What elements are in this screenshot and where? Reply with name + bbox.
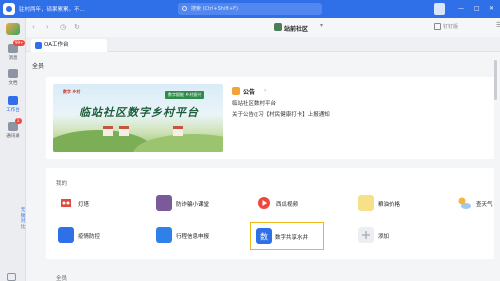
top-notice-text[interactable]: 驻村两年，硕果累累。不...	[19, 5, 85, 13]
anti-fraud-icon	[156, 195, 172, 211]
tab-label: OA工作台	[44, 42, 69, 48]
refresh-button[interactable]: ↻	[74, 22, 80, 32]
announcement-icon	[232, 87, 240, 95]
water-well-icon: 数	[256, 228, 272, 244]
banner-card: 数字 乡村 数字赋能 乡村振兴 临站社区数字乡村平台 公告 › 临站社区数村平台…	[46, 77, 494, 159]
search-placeholder: 搜索 (Ctrl+Shift+F)	[191, 6, 239, 12]
sidebar-item-contacts[interactable]: 2 通讯录	[0, 118, 26, 139]
section-title: 全员	[32, 63, 45, 70]
announcement-item[interactable]: 临站社区数村平台	[232, 99, 482, 107]
app-xigua-video[interactable]: 西瓜视频	[256, 195, 336, 213]
nav-bar: ‹ › ◷ ↻ 站前社区 ▾ 钉钉版 ☰	[26, 18, 500, 37]
apps-card: 我的 灯塔 防诈骗小课堂 西瓜视频 粮油价格 查天气 疫情防控 行程信息申报 数…	[46, 168, 494, 259]
search-input[interactable]: 搜索 (Ctrl+Shift+F)	[178, 3, 322, 15]
app-logo	[3, 3, 15, 15]
app-weather[interactable]: 查天气	[456, 195, 494, 213]
app-grain-price[interactable]: 粮油价格	[358, 195, 438, 213]
video-icon	[256, 195, 272, 211]
sidebar-item-workbench[interactable]: 工作台	[0, 96, 26, 113]
close-button[interactable]: ✕	[489, 5, 494, 13]
workbench-icon	[8, 96, 18, 105]
app-epidemic-control[interactable]: 疫情防控	[58, 227, 138, 245]
grain-price-icon	[358, 195, 374, 211]
banner-brand: 数字 乡村	[63, 89, 81, 94]
app-name: 疫情防控	[78, 234, 101, 240]
history-button[interactable]: ◷	[60, 22, 66, 32]
app-name: 粮油价格	[378, 202, 401, 208]
weather-icon	[456, 195, 472, 211]
app-add[interactable]: 添加	[358, 227, 418, 245]
app-name: 西瓜视频	[276, 202, 299, 208]
app-name: 灯塔	[78, 202, 90, 208]
app-name: 数字共享水井	[275, 235, 309, 241]
travel-report-icon	[156, 227, 172, 243]
document-icon	[8, 69, 18, 78]
sidebar-item-label: 工作台	[6, 108, 20, 113]
org-switcher[interactable]: 站前社区	[284, 24, 308, 33]
announcement-panel[interactable]: 公告 › 临站社区数村平台 关于公告([习【村民健康打卡】上报通知	[232, 87, 482, 118]
menu-icon[interactable]: ☰	[496, 21, 500, 29]
banner-title: 临站社区数字乡村平台	[79, 106, 199, 119]
dingtalk-version-label: 钉钉版	[443, 24, 459, 30]
app-name: 行程信息申报	[176, 234, 210, 240]
contacts-badge: 2	[15, 118, 22, 124]
back-button[interactable]: ‹	[32, 22, 35, 32]
tab-oa-workbench[interactable]: OA工作台	[31, 39, 107, 52]
sidebar-item-messages[interactable]: 99+ 消息	[0, 40, 26, 61]
sidebar-item-label: 消息	[8, 56, 18, 61]
app-water-well[interactable]: 数 数字共享水井	[250, 222, 324, 250]
search-icon	[182, 6, 187, 11]
app-anti-fraud[interactable]: 防诈骗小课堂	[156, 195, 246, 213]
sidebar-item-documents[interactable]: 文档	[0, 69, 26, 86]
org-avatar[interactable]	[6, 23, 20, 35]
maximize-button[interactable]: □	[474, 5, 480, 13]
org-icon	[274, 23, 282, 31]
dingtalk-version-button[interactable]: 钉钉版	[434, 23, 458, 31]
chevron-down-icon[interactable]: ▾	[320, 22, 323, 29]
top-bar: 驻村两年，硕果累累。不... 搜索 (Ctrl+Shift+F) — □ ✕	[0, 0, 500, 18]
app-name: 防诈骗小课堂	[176, 202, 210, 208]
sidebar-item-label: 通讯录	[6, 134, 20, 139]
banner-image[interactable]: 数字 乡村 数字赋能 乡村振兴 临站社区数字乡村平台	[53, 84, 223, 152]
announcement-item[interactable]: 关于公告([习【村民健康打卡】上报通知	[232, 110, 482, 118]
sidebar-item-label: 文档	[8, 81, 18, 86]
settings-icon[interactable]	[7, 273, 16, 281]
lighthouse-icon	[58, 195, 74, 211]
app-name: 查天气	[476, 202, 493, 208]
epidemic-icon	[58, 227, 74, 243]
announcement-label: 公告	[243, 89, 256, 96]
window-icon	[434, 23, 441, 30]
tab-bar: OA工作台	[26, 37, 500, 52]
section-title-bottom: 全员	[56, 276, 68, 281]
minimize-button[interactable]: —	[458, 5, 464, 13]
oa-icon	[35, 42, 42, 49]
app-name: 添加	[378, 234, 390, 240]
add-icon	[358, 227, 374, 243]
forward-button[interactable]: ›	[46, 22, 49, 32]
svg-text:数: 数	[260, 232, 268, 242]
messages-badge: 99+	[13, 40, 26, 46]
chevron-right-icon[interactable]: ›	[264, 87, 266, 94]
left-sidebar: 99+ 消息 文档 工作台 2 通讯录 无锡对比	[0, 18, 26, 281]
scrollbar[interactable]	[494, 60, 497, 100]
app-lighthouse[interactable]: 灯塔	[58, 195, 138, 213]
app-travel-report[interactable]: 行程信息申报	[156, 227, 246, 245]
apps-section-label: 我的	[56, 181, 68, 187]
user-avatar[interactable]	[434, 3, 445, 15]
banner-slogan: 数字赋能 乡村振兴	[165, 91, 205, 99]
